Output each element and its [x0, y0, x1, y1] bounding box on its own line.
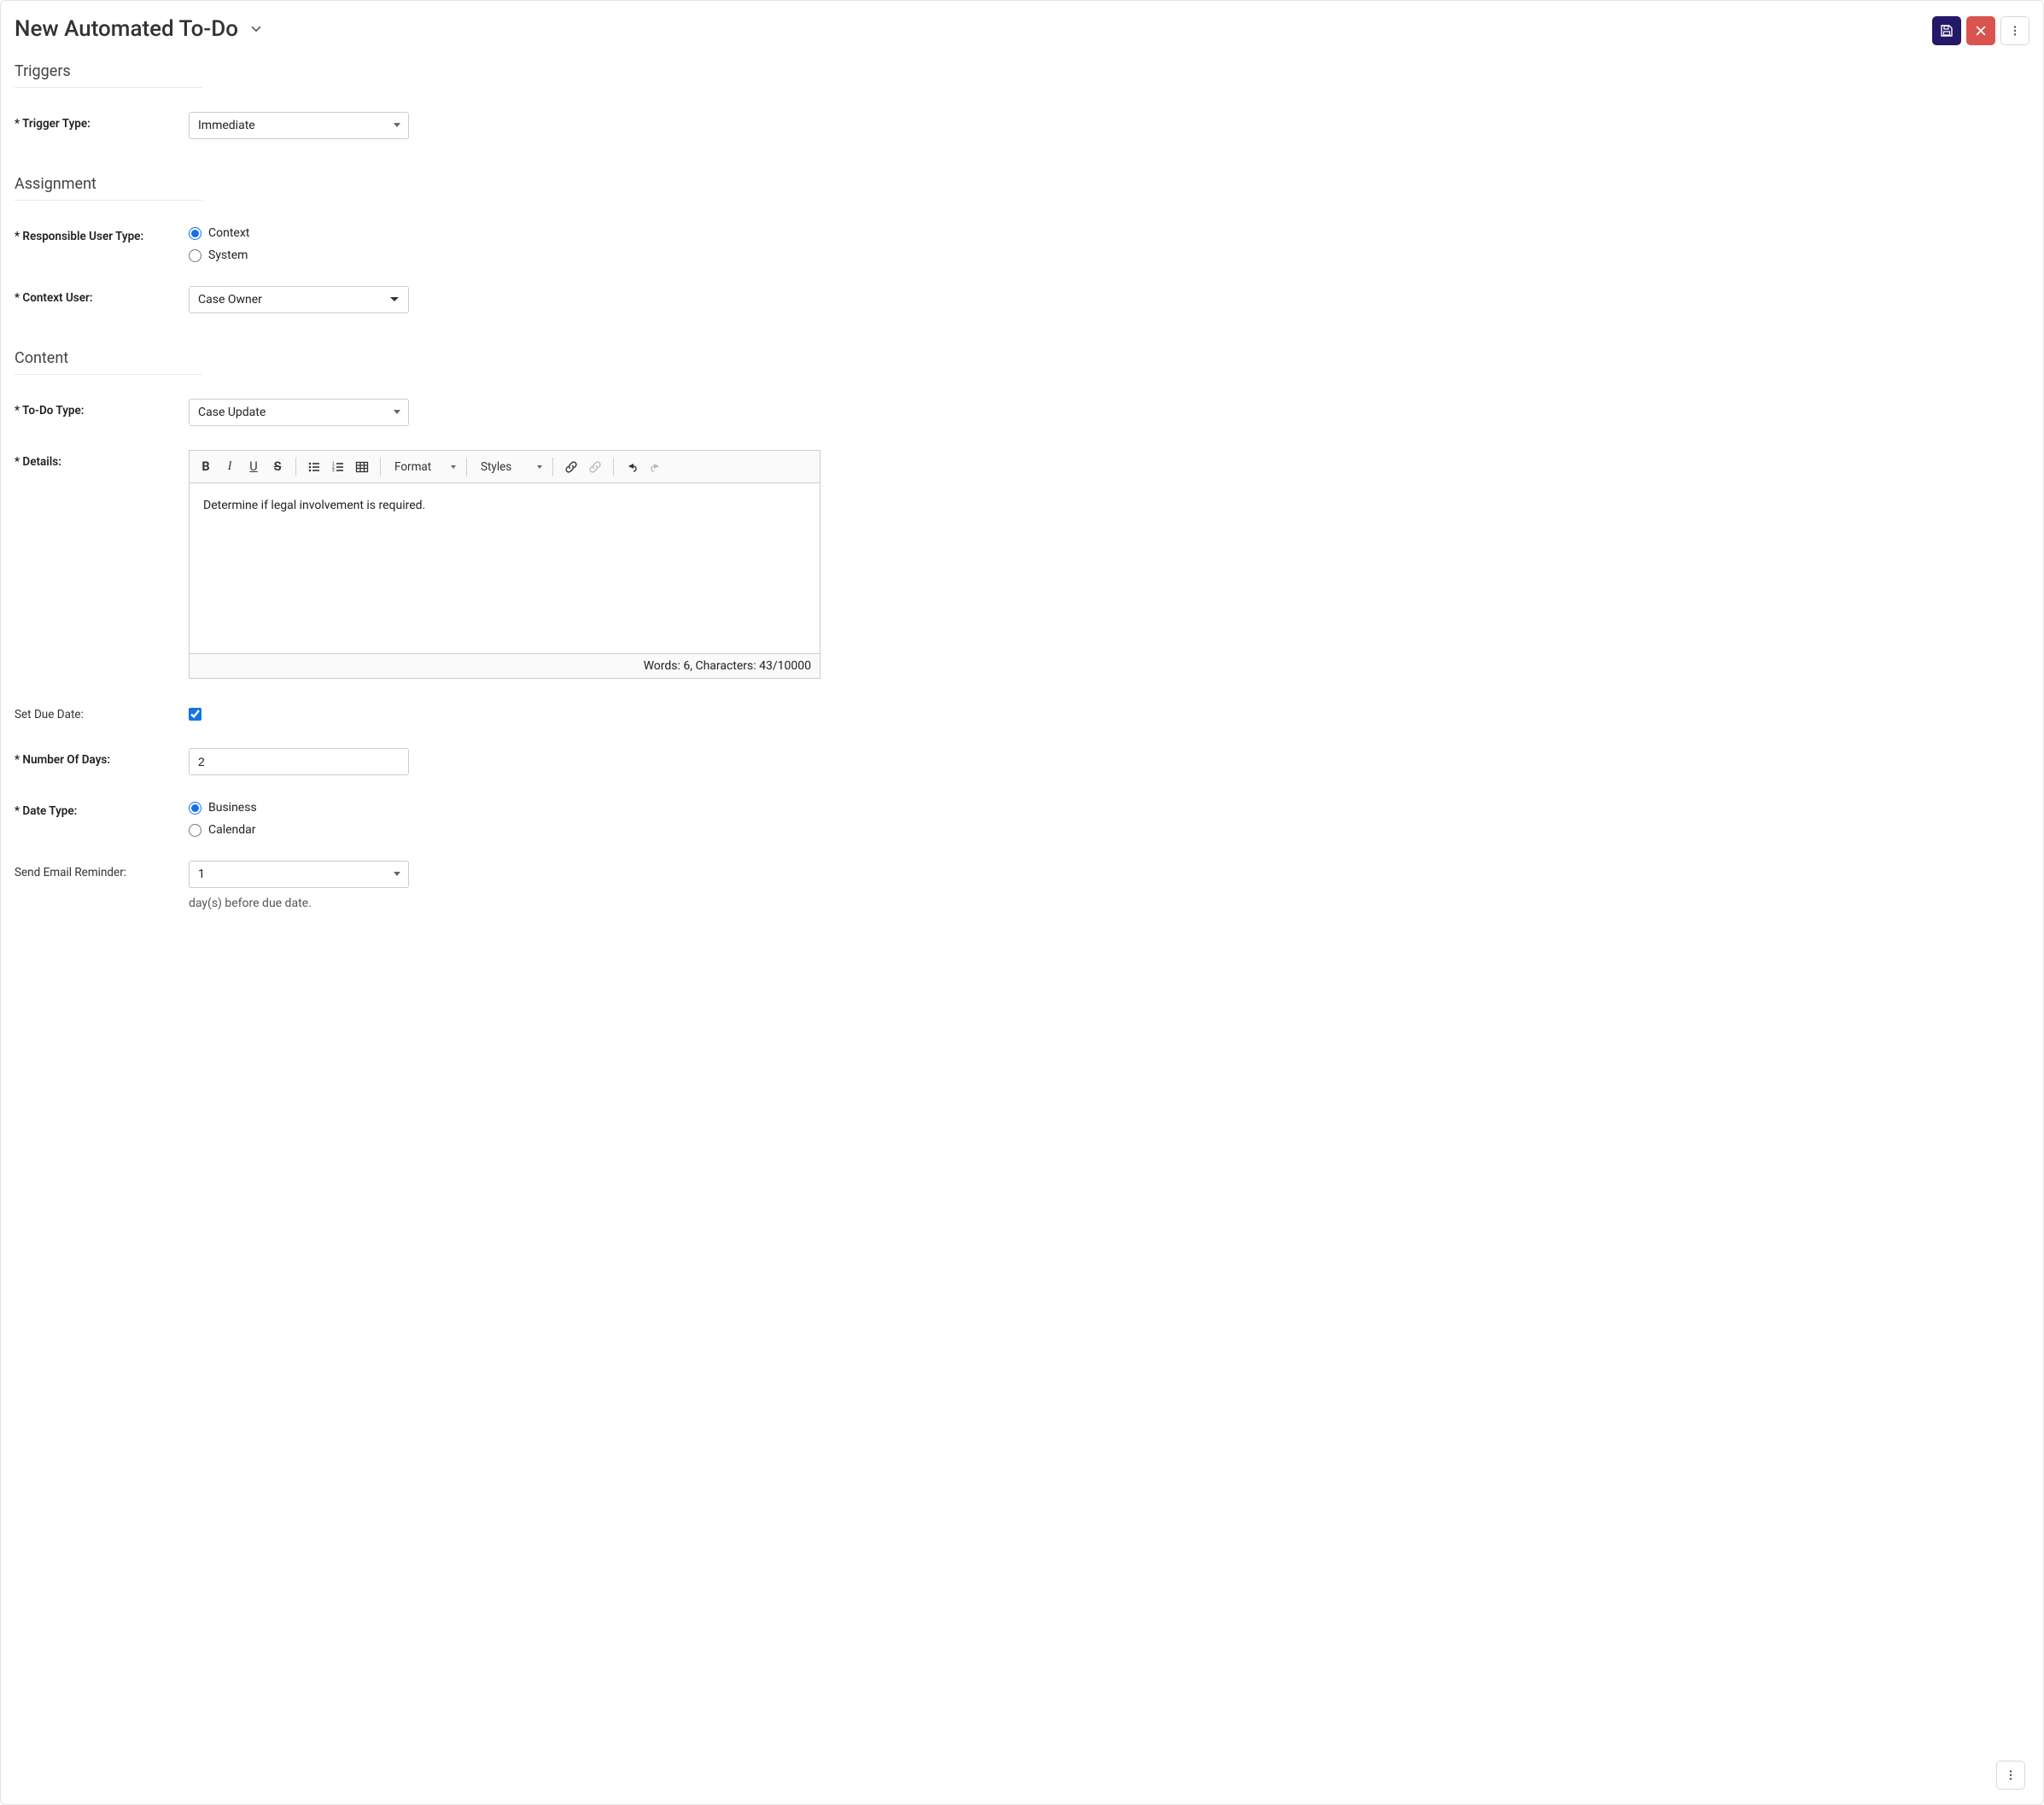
- editor-body[interactable]: Determine if legal involvement is requir…: [190, 483, 820, 654]
- row-responsible-user-type: * Responsible User Type: Context System: [15, 225, 2029, 262]
- row-date-type: * Date Type: Business Calendar: [15, 799, 2029, 837]
- radio-calendar-input[interactable]: [189, 824, 201, 837]
- radio-context[interactable]: Context: [189, 226, 821, 240]
- save-icon: [1940, 24, 1953, 38]
- context-user-select[interactable]: Case Owner: [189, 286, 409, 313]
- radio-context-input[interactable]: [189, 227, 201, 240]
- trigger-type-value: Immediate: [198, 119, 255, 132]
- svg-text:3: 3: [332, 468, 335, 473]
- radio-system[interactable]: System: [189, 248, 821, 262]
- kebab-icon: [2009, 25, 2021, 37]
- row-context-user: * Context User: Case Owner: [15, 286, 2029, 313]
- page-header: New Automated To-Do: [1, 1, 2043, 45]
- radio-business-input[interactable]: [189, 802, 201, 815]
- set-due-date-checkbox[interactable]: [189, 708, 201, 721]
- row-trigger-type: * Trigger Type: Immediate: [15, 112, 2029, 139]
- toolbar-separator: [466, 458, 467, 476]
- section-title-content: Content: [15, 349, 2029, 374]
- radio-calendar-label: Calendar: [208, 823, 256, 837]
- reminder-helper-text: day(s) before due date.: [189, 897, 821, 910]
- styles-combo-label: Styles: [481, 460, 511, 474]
- row-details: * Details: B I U S 123: [15, 450, 2029, 679]
- caret-down-icon: [389, 295, 400, 305]
- chevron-down-icon[interactable]: [250, 23, 262, 35]
- send-email-reminder-value: 1: [198, 867, 205, 881]
- label-todo-type: * To-Do Type:: [15, 399, 189, 418]
- unlink-button[interactable]: [584, 456, 606, 478]
- underline-button[interactable]: U: [242, 456, 265, 478]
- floating-more-button[interactable]: [1996, 1761, 2025, 1790]
- cancel-button[interactable]: [1966, 16, 1995, 45]
- label-send-email-reminder: Send Email Reminder:: [15, 861, 189, 879]
- radio-business[interactable]: Business: [189, 801, 821, 815]
- label-number-of-days: * Number Of Days:: [15, 748, 189, 767]
- label-responsible-user-type: * Responsible User Type:: [15, 225, 189, 243]
- row-send-email-reminder: Send Email Reminder: 1 day(s) before due…: [15, 861, 2029, 910]
- format-combo[interactable]: Format: [388, 456, 459, 478]
- responsible-user-type-radio-group: Context System: [189, 225, 821, 262]
- radio-business-label: Business: [208, 801, 257, 815]
- toolbar-separator: [380, 458, 381, 476]
- table-button[interactable]: [351, 456, 373, 478]
- toolbar-separator: [613, 458, 614, 476]
- label-date-type: * Date Type:: [15, 799, 189, 818]
- date-type-radio-group: Business Calendar: [189, 799, 821, 837]
- close-icon: [1975, 25, 1987, 37]
- strikethrough-button[interactable]: S: [266, 456, 289, 478]
- italic-button[interactable]: I: [219, 456, 241, 478]
- more-actions-button[interactable]: [2000, 16, 2029, 45]
- content-area: Triggers * Trigger Type: Immediate Assig…: [1, 62, 2043, 910]
- label-trigger-type: * Trigger Type:: [15, 112, 189, 131]
- rich-text-editor: B I U S 123: [189, 450, 821, 679]
- link-button[interactable]: [560, 456, 582, 478]
- todo-type-value: Case Update: [198, 406, 266, 419]
- send-email-reminder-select[interactable]: 1: [189, 861, 409, 888]
- editor-footer: Words: 6, Characters: 43/10000: [190, 654, 820, 678]
- section-divider: [15, 374, 202, 375]
- undo-button[interactable]: [621, 456, 643, 478]
- kebab-icon: [2005, 1769, 2017, 1781]
- context-user-value: Case Owner: [198, 293, 262, 307]
- label-details: * Details:: [15, 450, 189, 469]
- section-title-assignment: Assignment: [15, 175, 2029, 200]
- radio-system-input[interactable]: [189, 249, 201, 262]
- toolbar-separator: [552, 458, 553, 476]
- row-number-of-days: * Number Of Days:: [15, 748, 2029, 775]
- page-title: New Automated To-Do: [15, 16, 238, 42]
- radio-system-label: System: [208, 248, 248, 262]
- section-divider: [15, 87, 202, 88]
- bullet-list-button[interactable]: [303, 456, 325, 478]
- row-todo-type: * To-Do Type: Case Update: [15, 399, 2029, 426]
- toolbar-separator: [295, 458, 296, 476]
- bold-button[interactable]: B: [195, 456, 217, 478]
- editor-toolbar: B I U S 123: [190, 451, 820, 483]
- row-set-due-date: Set Due Date:: [15, 703, 2029, 724]
- format-combo-label: Format: [394, 460, 431, 474]
- title-wrap: New Automated To-Do: [15, 16, 262, 42]
- section-title-triggers: Triggers: [15, 62, 2029, 87]
- styles-combo[interactable]: Styles: [474, 456, 546, 478]
- label-context-user: * Context User:: [15, 286, 189, 305]
- save-button[interactable]: [1932, 16, 1961, 45]
- label-set-due-date: Set Due Date:: [15, 703, 189, 721]
- numbered-list-button[interactable]: 123: [327, 456, 349, 478]
- header-actions: [1932, 16, 2029, 45]
- radio-context-label: Context: [208, 226, 249, 240]
- trigger-type-select[interactable]: Immediate: [189, 112, 409, 139]
- page-container: New Automated To-Do: [0, 0, 2044, 1805]
- section-divider: [15, 200, 202, 201]
- redo-button[interactable]: [645, 456, 667, 478]
- number-of-days-input[interactable]: [189, 748, 409, 775]
- radio-calendar[interactable]: Calendar: [189, 823, 821, 837]
- todo-type-select[interactable]: Case Update: [189, 399, 409, 426]
